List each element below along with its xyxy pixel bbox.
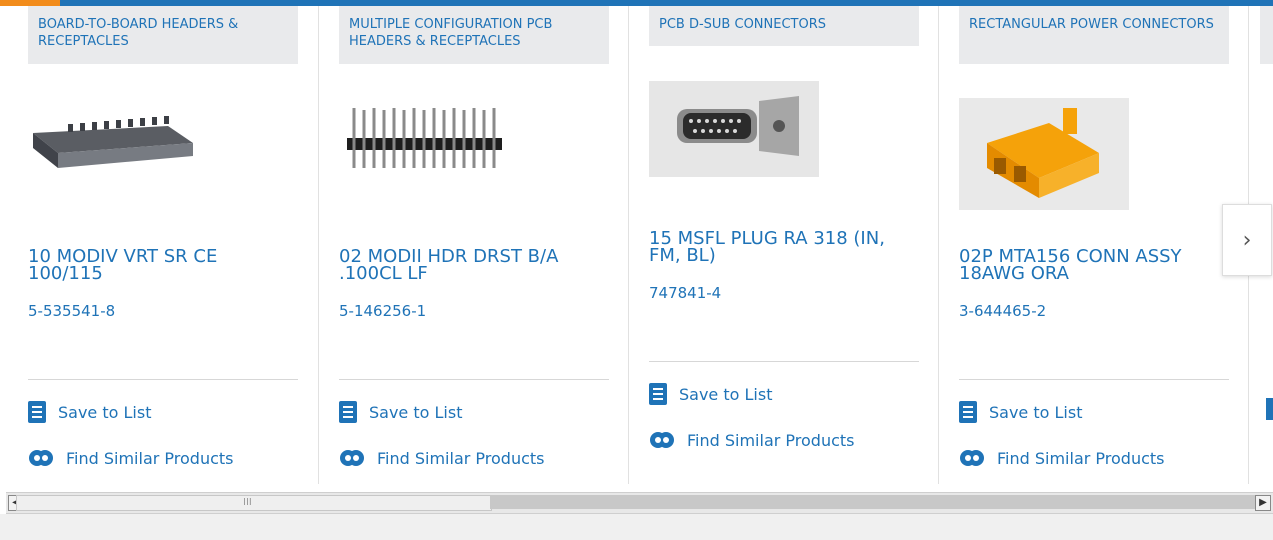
chevron-right-icon: › xyxy=(1242,227,1252,253)
save-to-list-button[interactable]: Save to List xyxy=(28,398,151,426)
checklist-icon xyxy=(28,401,46,423)
carousel-next-button[interactable]: › xyxy=(1222,204,1272,276)
scrollbar-thumb[interactable]: III xyxy=(16,495,492,511)
right-arrow-icon: ▶ xyxy=(1259,497,1267,508)
card-separator xyxy=(938,6,939,484)
save-to-list-button[interactable]: Save to List xyxy=(959,398,1082,426)
save-to-list-label: Save to List xyxy=(369,402,463,422)
product-carousel: BOARD-TO-BOARD HEADERS & RECEPTACLES 10 … xyxy=(0,6,1273,486)
product-category[interactable]: MULTIPLE CONFIGURATION PCB HEADERS & REC… xyxy=(339,6,609,64)
card-divider xyxy=(959,379,1229,380)
product-image[interactable] xyxy=(339,98,509,208)
scrollbar-grip: III xyxy=(243,497,252,508)
save-to-list-button[interactable]: Save to List xyxy=(339,398,462,426)
checklist-icon xyxy=(959,401,977,423)
find-similar-label: Find Similar Products xyxy=(66,448,234,468)
product-card: PCB D-SUB CONNECTORS 15 MSFL PLUG RA 318… xyxy=(649,6,919,482)
card-divider xyxy=(649,361,919,362)
gear-icon xyxy=(960,450,984,466)
product-image[interactable] xyxy=(649,81,819,177)
gear-icon xyxy=(650,432,674,448)
find-similar-button[interactable]: Find Similar Products xyxy=(959,444,1165,472)
card-divider xyxy=(339,379,609,380)
horizontal-scrollbar[interactable]: ◀ III ▶ xyxy=(6,492,1273,514)
gear-icon xyxy=(340,450,364,466)
find-similar-button[interactable]: Find Similar Products xyxy=(649,426,855,454)
card-separator xyxy=(318,6,319,484)
scrollbar-track[interactable] xyxy=(490,495,1257,509)
save-to-list-label: Save to List xyxy=(989,402,1083,422)
product-category[interactable]: RECTANGULAR POWER CONNECTORS xyxy=(959,6,1229,64)
product-image[interactable] xyxy=(28,98,198,208)
save-to-list-label: Save to List xyxy=(679,384,773,404)
product-category[interactable]: BOARD-TO-BOARD HEADERS & RECEPTACLES xyxy=(28,6,298,64)
product-title[interactable]: 02 MODII HDR DRST B/A .100CL LF xyxy=(339,248,604,283)
find-similar-label: Find Similar Products xyxy=(997,448,1165,468)
bottom-panel xyxy=(0,514,1273,540)
product-part-number[interactable]: 5-146256-1 xyxy=(339,302,426,320)
product-title[interactable]: 10 MODIV VRT SR CE 100/115 xyxy=(28,248,293,283)
find-similar-button[interactable]: Find Similar Products xyxy=(339,444,545,472)
save-to-list-label: Save to List xyxy=(58,402,152,422)
checklist-icon xyxy=(649,383,667,405)
find-similar-label: Find Similar Products xyxy=(377,448,545,468)
find-similar-label: Find Similar Products xyxy=(687,430,855,450)
next-card-save-peek xyxy=(1266,398,1273,420)
scroll-right-button[interactable]: ▶ xyxy=(1255,495,1271,511)
find-similar-button[interactable]: Find Similar Products xyxy=(28,444,234,472)
product-part-number[interactable]: 3-644465-2 xyxy=(959,302,1046,320)
product-title[interactable]: 15 MSFL PLUG RA 318 (IN, FM, BL) xyxy=(649,230,914,265)
card-divider xyxy=(28,379,298,380)
product-card: RECTANGULAR POWER CONNECTORS 02P MTA156 … xyxy=(959,6,1229,482)
product-part-number[interactable]: 5-535541-8 xyxy=(28,302,115,320)
product-card: BOARD-TO-BOARD HEADERS & RECEPTACLES 10 … xyxy=(28,6,298,482)
product-title[interactable]: 02P MTA156 CONN ASSY 18AWG ORA xyxy=(959,248,1224,283)
save-to-list-button[interactable]: Save to List xyxy=(649,380,772,408)
next-card-category-peek xyxy=(1260,6,1273,64)
product-card: MULTIPLE CONFIGURATION PCB HEADERS & REC… xyxy=(339,6,609,482)
product-category[interactable]: PCB D-SUB CONNECTORS xyxy=(649,6,919,46)
gear-icon xyxy=(29,450,53,466)
product-part-number[interactable]: 747841-4 xyxy=(649,284,721,302)
checklist-icon xyxy=(339,401,357,423)
card-separator xyxy=(628,6,629,484)
product-image[interactable] xyxy=(959,98,1129,210)
